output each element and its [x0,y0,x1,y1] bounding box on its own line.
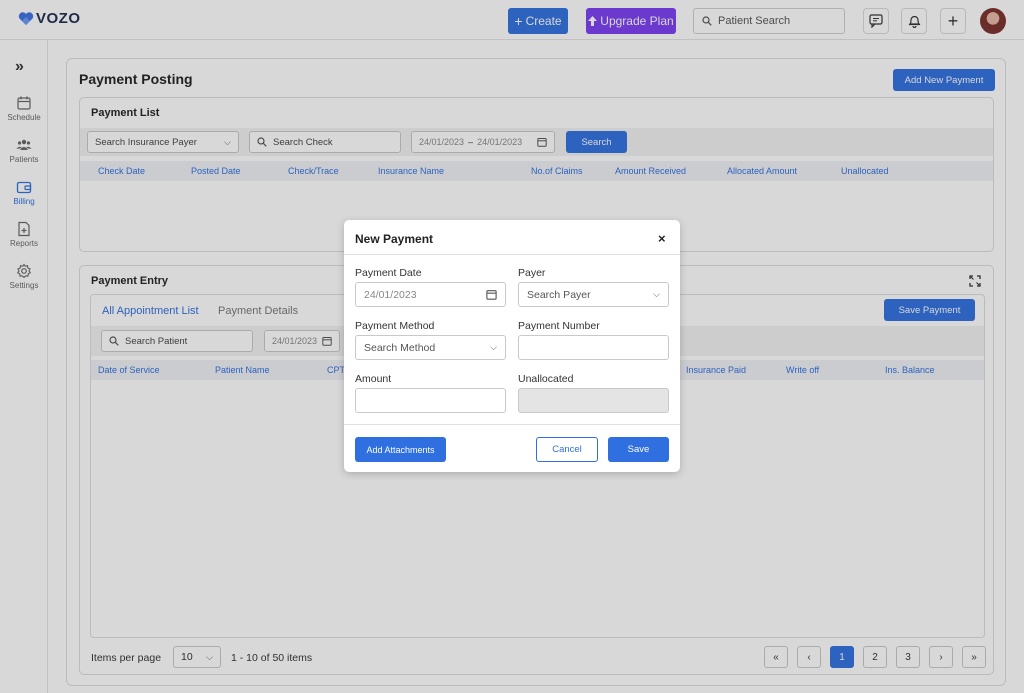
modal-divider [344,254,680,255]
chevron-down-icon: ⌵ [490,342,497,352]
payment-date-label: Payment Date [355,267,422,279]
payment-date-value: 24/01/2023 [364,288,417,301]
add-attachments-button[interactable]: Add Attachments [355,437,446,462]
close-icon[interactable]: × [658,231,666,246]
payer-label: Payer [518,267,546,279]
payment-number-field[interactable] [518,335,669,360]
payment-method-label: Payment Method [355,320,435,332]
amount-label: Amount [355,373,392,385]
amount-field[interactable] [355,388,506,413]
modal-footer-divider [344,424,680,425]
payment-method-placeholder: Search Method [364,341,436,354]
calendar-icon [486,290,497,300]
chevron-down-icon: ⌵ [653,289,660,299]
unallocated-field [518,388,669,413]
app-root: VOZO + Create Upgrade Plan Patient Searc… [0,0,1024,693]
modal-title: New Payment [355,232,434,246]
new-payment-modal: New Payment × Payment Date 24/01/2023 Pa… [344,220,680,472]
payer-select[interactable]: Search Payer ⌵ [518,282,669,307]
payment-method-select[interactable]: Search Method ⌵ [355,335,506,360]
cancel-button[interactable]: Cancel [536,437,598,462]
payment-date-field[interactable]: 24/01/2023 [355,282,506,307]
payment-number-label: Payment Number [518,320,600,332]
payer-placeholder: Search Payer [527,288,591,301]
unallocated-label: Unallocated [518,373,574,385]
save-button[interactable]: Save [608,437,669,462]
